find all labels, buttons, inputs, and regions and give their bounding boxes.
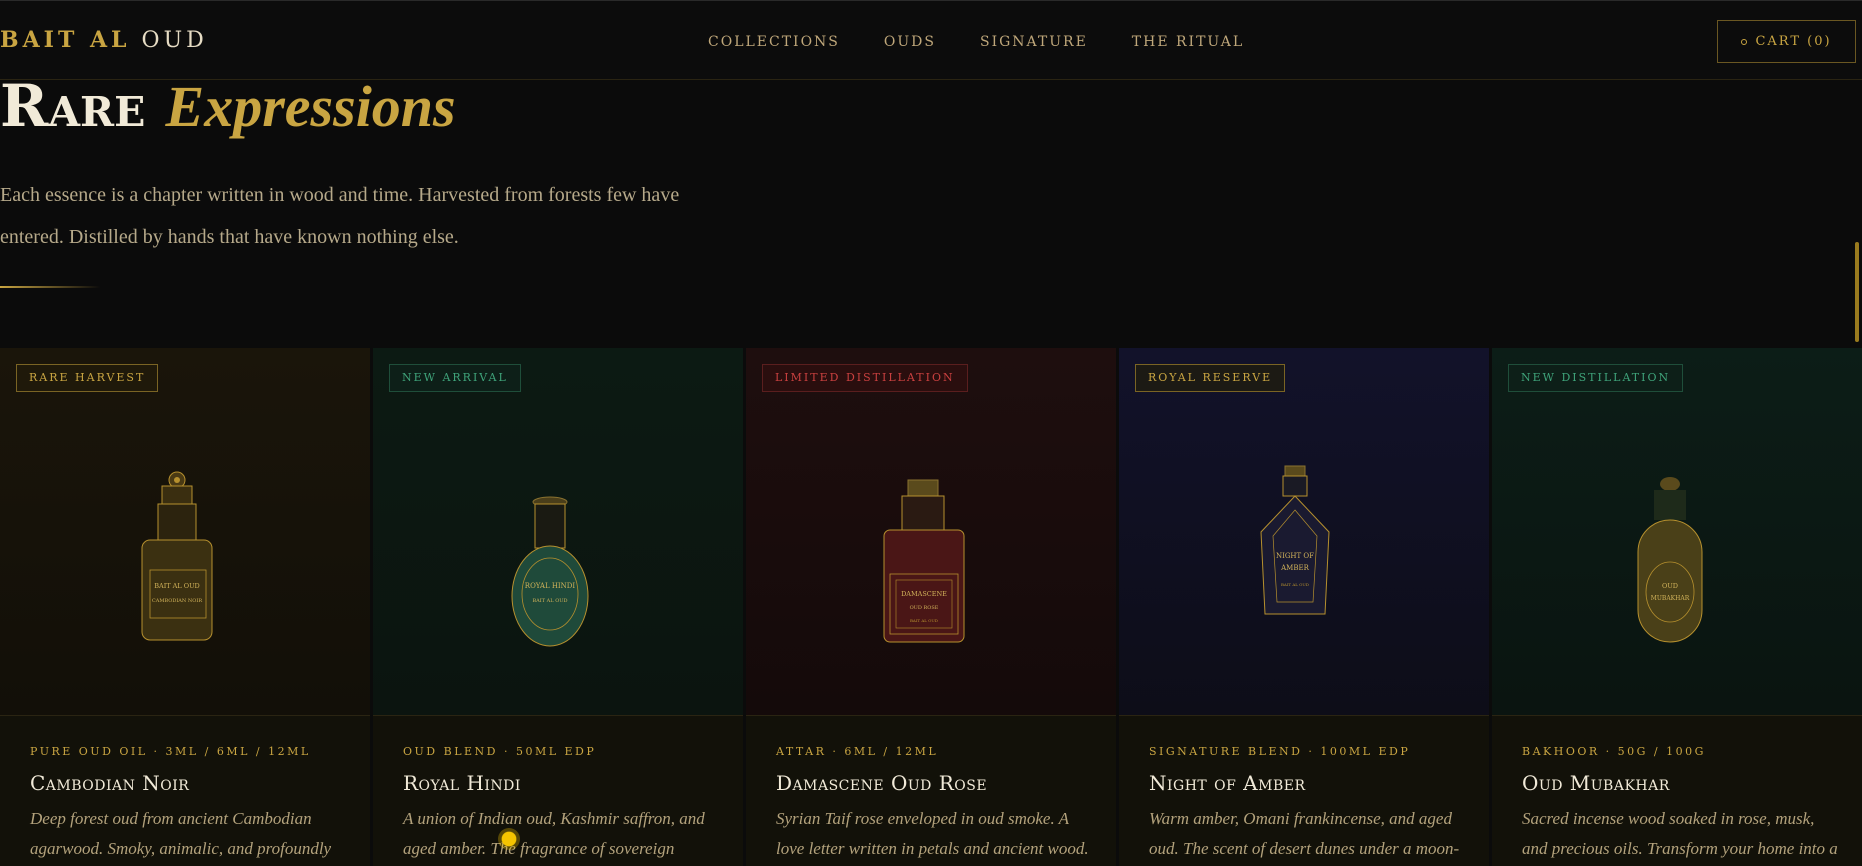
bottle-label-3: BAIT AL OUD bbox=[910, 618, 938, 623]
product-image: DAMASCENE OUD ROSE BAIT AL OUD bbox=[746, 348, 1116, 716]
product-description: Warm amber, Omani frankincense, and aged… bbox=[1149, 809, 1460, 858]
nav-link-collections[interactable]: COLLECTIONS bbox=[708, 34, 840, 50]
hero-title: Rare Expressions bbox=[0, 72, 456, 140]
logo-light-text: OUD bbox=[141, 28, 208, 53]
product-name[interactable]: Cambodian Noir bbox=[30, 771, 350, 795]
product-meta: SIGNATURE BLEND · 100ML EDP bbox=[1149, 745, 1411, 758]
cart-label: CART (0) bbox=[1755, 34, 1832, 49]
product-description: A union of Indian oud, Kashmir saffron, … bbox=[403, 809, 705, 858]
mouse-cursor-icon bbox=[498, 828, 520, 850]
bottle-label-2: BAIT AL OUD bbox=[532, 598, 567, 604]
product-description: Deep forest oud from ancient Cambodian a… bbox=[30, 809, 332, 858]
product-meta: ATTAR · 6ML / 12ML bbox=[776, 745, 939, 758]
product-meta: OUD BLEND · 50ML EDP bbox=[403, 745, 597, 758]
cart-dot-icon bbox=[1741, 38, 1748, 45]
product-info: ATTAR · 6ML / 12ML Damascene Oud Rose Sy… bbox=[776, 745, 1096, 864]
top-navigation: BAIT AL OUD COLLECTIONS OUDS SIGNATURE T… bbox=[0, 0, 1862, 80]
product-image: OUD MUBAKHAR bbox=[1492, 348, 1862, 716]
brand-logo[interactable]: BAIT AL OUD bbox=[0, 27, 208, 53]
bottle-label-1: ROYAL HINDI bbox=[525, 582, 576, 590]
product-badge: NEW DISTILLATION bbox=[1508, 364, 1684, 392]
product-name[interactable]: Oud Mubakhar bbox=[1522, 771, 1842, 795]
page-scrollbar-thumb[interactable] bbox=[1855, 242, 1859, 342]
oil-bottle-icon: BAIT AL OUD CAMBODIAN NOIR bbox=[141, 471, 213, 641]
nav-link-signature[interactable]: SIGNATURE bbox=[980, 34, 1088, 50]
nav-links: COLLECTIONS OUDS SIGNATURE THE RITUAL bbox=[708, 34, 1244, 50]
product-name[interactable]: Damascene Oud Rose bbox=[776, 771, 1096, 795]
product-badge: ROYAL RESERVE bbox=[1135, 364, 1286, 392]
bottle-label-1: DAMASCENE bbox=[901, 590, 947, 598]
bottle-label-1: BAIT AL OUD bbox=[154, 582, 200, 590]
product-badge: LIMITED DISTILLATION bbox=[762, 364, 968, 392]
bottle-label-2: MUBAKHAR bbox=[1651, 595, 1690, 602]
product-info: OUD BLEND · 50ML EDP Royal Hindi A union… bbox=[403, 745, 723, 866]
pentagon-bottle-icon: NIGHT OF AMBER BAIT AL OUD bbox=[1260, 465, 1330, 615]
product-card-royal-hindi[interactable]: ROYAL HINDI BAIT AL OUD NEW ARRIVAL OUD … bbox=[373, 348, 743, 866]
bottle-label-1: NIGHT OF bbox=[1276, 552, 1314, 560]
product-name[interactable]: Night of Amber bbox=[1149, 771, 1469, 795]
logo-bold-text: BAIT AL bbox=[0, 27, 131, 53]
product-info: SIGNATURE BLEND · 100ML EDP Night of Amb… bbox=[1149, 745, 1469, 864]
incense-jar-icon: OUD MUBAKHAR bbox=[1637, 477, 1703, 643]
round-bottle-icon: ROYAL HINDI BAIT AL OUD bbox=[511, 496, 589, 647]
product-info: PURE OUD OIL · 3ML / 6ML / 12ML Cambodia… bbox=[30, 745, 350, 864]
product-description: Sacred incense wood soaked in rose, musk… bbox=[1522, 809, 1838, 858]
hero-description: Each essence is a chapter written in woo… bbox=[0, 184, 680, 248]
bottle-label-2: OUD ROSE bbox=[910, 605, 939, 611]
product-badge: NEW ARRIVAL bbox=[389, 364, 521, 392]
hero-title-main: Rare bbox=[0, 72, 146, 140]
product-grid: BAIT AL OUD CAMBODIAN NOIR RARE HARVEST … bbox=[0, 348, 1862, 866]
product-card-night-of-amber[interactable]: NIGHT OF AMBER BAIT AL OUD ROYAL RESERVE… bbox=[1119, 348, 1489, 866]
product-badge: RARE HARVEST bbox=[16, 364, 159, 392]
cart-button[interactable]: CART (0) bbox=[1717, 20, 1856, 63]
bottle-label-2: CAMBODIAN NOIR bbox=[152, 598, 202, 604]
bottle-label-1: OUD bbox=[1662, 582, 1678, 590]
product-description: Syrian Taif rose enveloped in oud smoke.… bbox=[776, 809, 1089, 858]
product-card-oud-mubakhar[interactable]: OUD MUBAKHAR NEW DISTILLATION BAKHOOR · … bbox=[1492, 348, 1862, 866]
product-meta: BAKHOOR · 50G / 100G bbox=[1522, 745, 1706, 758]
product-name[interactable]: Royal Hindi bbox=[403, 771, 723, 795]
product-image: ROYAL HINDI BAIT AL OUD bbox=[373, 348, 743, 716]
square-bottle-icon: DAMASCENE OUD ROSE BAIT AL OUD bbox=[883, 479, 965, 643]
product-card-damascene-oud-rose[interactable]: DAMASCENE OUD ROSE BAIT AL OUD LIMITED D… bbox=[746, 348, 1116, 866]
nav-link-the-ritual[interactable]: THE RITUAL bbox=[1132, 34, 1244, 50]
product-image: NIGHT OF AMBER BAIT AL OUD bbox=[1119, 348, 1489, 716]
product-image: BAIT AL OUD CAMBODIAN NOIR bbox=[0, 348, 370, 716]
product-meta: PURE OUD OIL · 3ML / 6ML / 12ML bbox=[30, 745, 311, 758]
product-info: BAKHOOR · 50G / 100G Oud Mubakhar Sacred… bbox=[1522, 745, 1842, 864]
product-card-cambodian-noir[interactable]: BAIT AL OUD CAMBODIAN NOIR RARE HARVEST … bbox=[0, 348, 370, 866]
bottle-label-3: BAIT AL OUD bbox=[1281, 582, 1309, 587]
bottle-label-2: AMBER bbox=[1280, 564, 1309, 572]
hero-divider bbox=[0, 286, 100, 288]
nav-link-ouds[interactable]: OUDS bbox=[884, 34, 936, 50]
hero-title-italic: Expressions bbox=[165, 74, 456, 139]
